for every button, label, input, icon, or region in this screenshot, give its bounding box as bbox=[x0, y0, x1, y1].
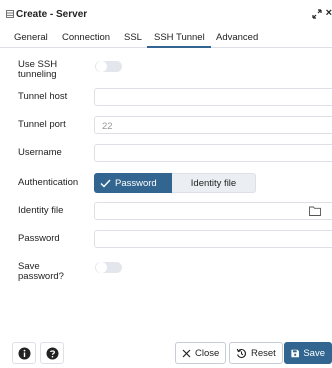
tab-ssl[interactable]: SSL bbox=[124, 32, 142, 43]
auth-option-password-label: Password bbox=[115, 177, 157, 189]
expand-icon[interactable] bbox=[311, 8, 322, 19]
folder-icon[interactable] bbox=[309, 206, 321, 216]
close-button-label: Close bbox=[195, 347, 220, 359]
use-ssh-label-line2: tunneling bbox=[18, 69, 57, 80]
reset-icon bbox=[236, 348, 246, 358]
password-label: Password bbox=[18, 233, 60, 244]
tab-ssh-tunnel[interactable]: SSH Tunnel bbox=[154, 32, 205, 43]
save-password-label-line2: password? bbox=[18, 271, 64, 282]
tab-general[interactable]: General bbox=[14, 32, 48, 43]
tunnel-port-label: Tunnel port bbox=[18, 119, 66, 130]
tunnel-port-field[interactable]: 22 bbox=[94, 116, 332, 134]
save-password-toggle[interactable] bbox=[95, 262, 122, 273]
use-ssh-label: Use SSH tunneling bbox=[18, 60, 57, 80]
dialog-title: Create - Server bbox=[16, 8, 88, 20]
tab-advanced[interactable]: Advanced bbox=[216, 32, 258, 43]
username-label: Username bbox=[18, 147, 62, 158]
server-icon bbox=[6, 10, 14, 18]
auth-option-identity-file-label: Identity file bbox=[190, 177, 237, 189]
reset-button[interactable]: Reset bbox=[229, 342, 283, 364]
help-button[interactable] bbox=[40, 342, 64, 364]
username-field[interactable] bbox=[94, 144, 332, 162]
reset-button-label: Reset bbox=[251, 347, 276, 359]
identity-file-label: Identity file bbox=[18, 205, 64, 216]
dialog-footer: Close Reset Save bbox=[0, 342, 332, 368]
x-icon bbox=[182, 349, 191, 357]
tunnel-host-field[interactable] bbox=[94, 88, 332, 106]
dialog-titlebar: Create - Server × bbox=[0, 0, 332, 28]
save-password-label: Save password? bbox=[18, 262, 64, 282]
floppy-icon bbox=[291, 349, 299, 357]
close-icon[interactable]: × bbox=[326, 8, 332, 19]
tab-bar: General Connection SSL SSH Tunnel Advanc… bbox=[0, 28, 332, 48]
close-button[interactable]: Close bbox=[175, 342, 227, 364]
active-tab-indicator bbox=[147, 46, 211, 48]
authentication-label: Authentication bbox=[18, 177, 79, 188]
save-button-label: Save bbox=[303, 347, 325, 359]
toggle-knob bbox=[96, 262, 107, 273]
auth-option-password[interactable]: Password bbox=[94, 173, 172, 193]
tunnel-port-value: 22 bbox=[102, 121, 113, 132]
tunnel-host-label: Tunnel host bbox=[18, 91, 68, 102]
identity-file-field[interactable] bbox=[94, 202, 332, 220]
tab-connection[interactable]: Connection bbox=[62, 32, 110, 43]
check-icon bbox=[100, 179, 111, 188]
use-ssh-toggle[interactable] bbox=[95, 61, 122, 72]
save-button[interactable]: Save bbox=[284, 342, 332, 364]
help-icon bbox=[46, 347, 58, 359]
password-field[interactable] bbox=[94, 230, 332, 248]
info-icon bbox=[18, 347, 30, 359]
info-button[interactable] bbox=[12, 342, 36, 364]
auth-option-identity-file[interactable]: Identity file bbox=[172, 173, 256, 193]
authentication-selector: Password Identity file bbox=[94, 173, 256, 193]
toggle-knob bbox=[96, 61, 107, 72]
